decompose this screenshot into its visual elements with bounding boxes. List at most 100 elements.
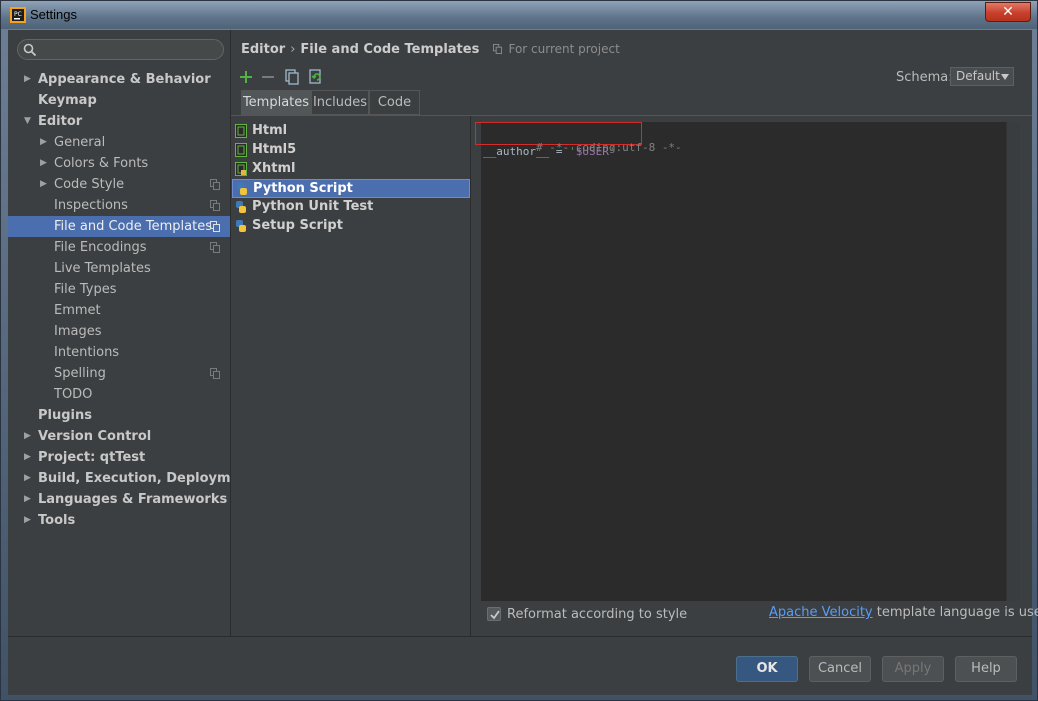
sidebar-item-label: Appearance & Behavior xyxy=(38,72,211,87)
sidebar-item-label: Intentions xyxy=(54,345,120,360)
expand-arrow-icon[interactable]: ▶ xyxy=(40,174,50,195)
list-item[interactable]: Setup Script xyxy=(232,217,470,236)
sidebar-item-keymap[interactable]: Keymap xyxy=(8,90,230,111)
cancel-button[interactable]: Cancel xyxy=(809,656,871,682)
collapse-arrow-icon[interactable]: ▼ xyxy=(24,111,34,132)
sidebar-item-tools[interactable]: ▶ Tools xyxy=(8,510,230,531)
code-line-1: # -*- coding:utf-8 -*- xyxy=(483,127,682,154)
sidebar-item-emmet[interactable]: Emmet xyxy=(8,300,230,321)
xhtml-file-icon xyxy=(235,162,247,176)
sidebar-item-code-style[interactable]: ▶ Code Style xyxy=(8,174,230,195)
sidebar-item-inspections[interactable]: Inspections xyxy=(8,195,230,216)
html-file-icon xyxy=(235,124,247,138)
code-string: ' xyxy=(569,145,576,158)
copy-icon[interactable] xyxy=(283,68,301,86)
expand-arrow-icon[interactable]: ▶ xyxy=(24,426,34,447)
schema-value: Default xyxy=(956,69,1000,83)
close-button[interactable]: ✕ xyxy=(985,2,1031,22)
settings-content: ▶ Appearance & Behavior Keymap ▼ Editor … xyxy=(8,30,1038,695)
sidebar-item-colors-fonts[interactable]: ▶ Colors & Fonts xyxy=(8,153,230,174)
remove-icon[interactable] xyxy=(259,68,277,86)
template-label: Python Unit Test xyxy=(252,199,374,214)
sidebar-item-label: TODO xyxy=(54,387,93,402)
template-label: Setup Script xyxy=(252,218,343,233)
editor-scrollbar[interactable] xyxy=(1006,122,1020,601)
apache-velocity-link[interactable]: Apache Velocity xyxy=(769,605,873,620)
sidebar-item-build-execution-deployment[interactable]: ▶ Build, Execution, Deployment xyxy=(8,468,255,489)
list-item[interactable]: Xhtml xyxy=(232,160,470,179)
html5-file-icon xyxy=(235,143,247,157)
sidebar-item-live-templates[interactable]: Live Templates xyxy=(8,258,230,279)
python-file-icon xyxy=(236,201,246,213)
sidebar-item-label: Tools xyxy=(38,513,76,528)
footer-divider xyxy=(8,636,1032,637)
sidebar-item-general[interactable]: ▶ General xyxy=(8,132,230,153)
expand-arrow-icon[interactable]: ▶ xyxy=(40,132,50,153)
search-input[interactable] xyxy=(17,39,224,60)
checkbox-label: Reformat according to style xyxy=(507,607,688,622)
sidebar-item-label: Project: qtTest xyxy=(38,450,146,465)
sidebar-item-editor[interactable]: ▼ Editor xyxy=(8,111,230,132)
sidebar-item-intentions[interactable]: Intentions xyxy=(8,342,230,363)
help-button[interactable]: Help xyxy=(955,656,1017,682)
page-title: File and Code Templates xyxy=(300,42,480,57)
breadcrumb-separator: › xyxy=(290,42,296,57)
sidebar-item-label: Languages & Frameworks xyxy=(38,492,228,507)
code-text: __author__ = xyxy=(483,145,570,158)
sidebar-item-file-types[interactable]: File Types xyxy=(8,279,230,300)
reset-to-default-icon[interactable] xyxy=(307,68,325,86)
sidebar-item-file-encodings[interactable]: File Encodings xyxy=(8,237,230,258)
sidebar-item-label: Emmet xyxy=(54,303,101,318)
expand-arrow-icon[interactable]: ▶ xyxy=(40,153,50,174)
sidebar-item-appearance-behavior[interactable]: ▶ Appearance & Behavior xyxy=(8,69,230,90)
tab-includes[interactable]: Includes xyxy=(311,90,369,115)
schema-dropdown[interactable]: Default xyxy=(950,67,1014,86)
template-label: Python Script xyxy=(253,181,353,196)
sidebar-item-label: Keymap xyxy=(38,93,97,108)
tab-code[interactable]: Code xyxy=(369,90,420,115)
add-icon[interactable] xyxy=(237,68,255,86)
list-item[interactable]: Python Script xyxy=(232,179,470,198)
sidebar-item-label: Live Templates xyxy=(54,261,151,276)
template-editor[interactable]: # -*- coding:utf-8 -*- __author__ = '$US… xyxy=(475,122,1006,601)
velocity-note: Apache Velocity template language is use… xyxy=(769,605,1038,620)
title-bar[interactable]: PC Settings ✕ xyxy=(1,1,1037,29)
project-scope-icon xyxy=(210,200,220,211)
sidebar-item-images[interactable]: Images xyxy=(8,321,230,342)
svg-text:PC: PC xyxy=(14,11,22,18)
sidebar-item-label: Version Control xyxy=(38,429,152,444)
tab-templates[interactable]: Templates xyxy=(241,90,311,115)
sidebar-item-label: Editor xyxy=(38,114,83,129)
expand-arrow-icon[interactable]: ▶ xyxy=(24,468,34,489)
sidebar-item-todo[interactable]: TODO xyxy=(8,384,230,405)
list-item[interactable]: Python Unit Test xyxy=(232,198,470,217)
ok-button[interactable]: OK xyxy=(736,656,798,682)
sidebar-item-plugins[interactable]: Plugins xyxy=(8,405,230,426)
template-list: Html Html5 Xhtml Python Script Python Un… xyxy=(231,116,471,636)
list-divider[interactable] xyxy=(470,116,471,636)
sidebar-item-spelling[interactable]: Spelling xyxy=(8,363,230,384)
window-title: Settings xyxy=(30,7,77,22)
sidebar-item-label: Inspections xyxy=(54,198,128,213)
sidebar-item-label: Spelling xyxy=(54,366,106,381)
scope-label: For current project xyxy=(508,42,620,56)
sidebar-item-label: Images xyxy=(54,324,102,339)
sidebar-item-version-control[interactable]: ▶ Version Control xyxy=(8,426,230,447)
template-label: Xhtml xyxy=(252,161,296,176)
sidebar-item-project[interactable]: ▶ Project: qtTest xyxy=(8,447,230,468)
code-line-2: __author__ = '$USER' xyxy=(483,145,615,159)
breadcrumb-section: Editor xyxy=(241,42,286,57)
apply-button[interactable]: Apply xyxy=(882,656,944,682)
expand-arrow-icon[interactable]: ▶ xyxy=(24,69,34,90)
list-item[interactable]: Html xyxy=(232,122,470,141)
sidebar-item-languages-frameworks[interactable]: ▶ Languages & Frameworks xyxy=(8,489,230,510)
sidebar-item-label: General xyxy=(54,135,106,150)
expand-arrow-icon[interactable]: ▶ xyxy=(24,447,34,468)
list-item[interactable]: Html5 xyxy=(232,141,470,160)
sidebar-item-file-code-templates[interactable]: File and Code Templates xyxy=(8,216,230,237)
project-scope-icon xyxy=(210,242,220,253)
code-string: ' xyxy=(608,145,616,158)
expand-arrow-icon[interactable]: ▶ xyxy=(24,510,34,531)
checkbox-box[interactable] xyxy=(487,607,501,621)
expand-arrow-icon[interactable]: ▶ xyxy=(24,489,34,510)
